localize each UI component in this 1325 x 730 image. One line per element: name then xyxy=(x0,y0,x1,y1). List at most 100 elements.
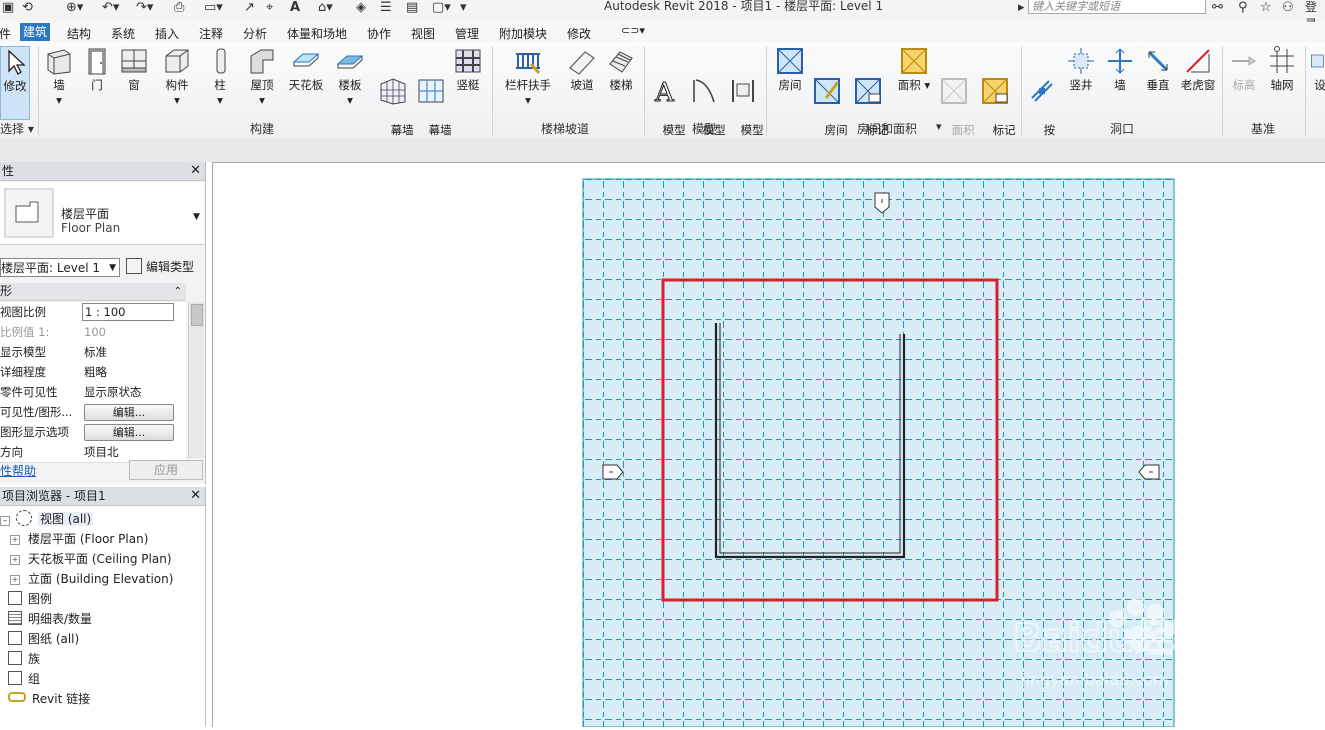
text-icon[interactable]: A xyxy=(290,0,300,15)
close-hidden-icon[interactable]: ▤ xyxy=(406,0,418,15)
component-button[interactable]: 构件 ▾ xyxy=(160,46,194,108)
collapse-toggle-icon[interactable]: – xyxy=(0,516,10,526)
measure-icon[interactable]: ▭▾ xyxy=(204,0,223,15)
login-label[interactable]: 登录 xyxy=(1305,0,1325,31)
tab-architecture[interactable]: 建筑 xyxy=(20,23,51,41)
properties-scrollbar[interactable] xyxy=(188,302,204,458)
communication-icon[interactable]: ⚲ xyxy=(1238,0,1248,15)
roof-button[interactable]: 屋顶 ▾ xyxy=(245,46,279,108)
tab-manage[interactable]: 管理 xyxy=(455,25,479,42)
save-icon[interactable]: ▣ xyxy=(2,0,14,15)
sync-icon[interactable]: ⊕▾ xyxy=(66,0,83,15)
redo-icon[interactable]: ↷▾ xyxy=(136,0,153,15)
property-row[interactable]: 详细程度 粗略 xyxy=(0,362,186,383)
type-dropdown-icon[interactable]: ▼ xyxy=(193,212,200,222)
switch-windows-icon[interactable]: ▢▾ xyxy=(432,0,451,15)
expand-icon[interactable]: + xyxy=(10,575,20,585)
tab-view[interactable]: 视图 xyxy=(411,25,435,42)
window-button[interactable]: 窗 xyxy=(119,46,149,93)
tree-item-legends[interactable]: 图例 xyxy=(8,590,52,607)
wall-button[interactable]: 墙 ▾ xyxy=(44,46,74,108)
modify-button[interactable]: 修改 xyxy=(0,46,30,120)
edit-type-button[interactable]: 编辑类型 xyxy=(126,258,194,275)
floor-button[interactable]: 楼板 ▾ xyxy=(333,46,367,108)
wall-opening-button[interactable]: 墙 xyxy=(1105,46,1135,93)
set-workplane-button[interactable]: 设 xyxy=(1310,46,1325,93)
property-row[interactable]: 视图比例 1 : 100 xyxy=(0,302,186,323)
dormer-button[interactable]: 老虎窗 xyxy=(1178,46,1218,93)
tree-item-schedules[interactable]: 明细表/数量 xyxy=(8,610,92,627)
edit-button[interactable]: 编辑... xyxy=(84,424,174,441)
3d-view-icon[interactable]: ⌂▾ xyxy=(318,0,333,15)
tree-item-views[interactable]: – 视图 (all) xyxy=(0,510,94,527)
property-value[interactable]: 1 : 100 xyxy=(82,303,174,321)
thin-lines-icon[interactable]: ☰ xyxy=(380,0,392,15)
door-button[interactable]: 门 xyxy=(82,46,112,93)
drawing-area[interactable]: Baidu经验 jingyan.baidu.com xyxy=(212,162,1325,728)
user-icon[interactable]: ⚇ xyxy=(1282,0,1294,15)
tree-item-floor-plan[interactable]: + 楼层平面 (Floor Plan) xyxy=(10,530,148,547)
ceiling-button[interactable]: 天花板 xyxy=(288,46,324,93)
close-icon[interactable]: ✕ xyxy=(190,487,201,505)
property-row[interactable]: 比例值 1: 100 xyxy=(0,322,186,343)
close-icon[interactable]: ✕ xyxy=(190,162,201,180)
tab-annotate[interactable]: 注释 xyxy=(199,25,223,42)
select-dropdown[interactable]: 选择 ▾ xyxy=(0,120,34,137)
edit-button[interactable]: 编辑... xyxy=(84,404,174,421)
property-row[interactable]: 显示模型 标准 xyxy=(0,342,186,363)
shaft-button[interactable]: 竖井 xyxy=(1064,46,1098,93)
undo-icon[interactable]: ↶▾ xyxy=(102,0,119,15)
stair-button[interactable]: 楼梯 xyxy=(606,46,636,93)
scrollbar-thumb[interactable] xyxy=(191,304,203,326)
properties-help-link[interactable]: 性帮助 xyxy=(0,462,36,479)
level-button[interactable]: 标高 xyxy=(1227,46,1261,93)
property-row[interactable]: 零件可见性 显示原状态 xyxy=(0,382,186,403)
floor-plan-view[interactable]: Baidu经验 jingyan.baidu.com xyxy=(213,163,1325,728)
type-selector[interactable]: 楼层平面 Floor Plan ▼ xyxy=(0,182,204,245)
tab-analyze[interactable]: 分析 xyxy=(243,25,267,42)
room-area-expand-icon[interactable]: ▾ xyxy=(936,120,942,133)
property-row[interactable]: 图形显示选项 编辑... xyxy=(0,422,186,443)
view-selector[interactable]: 楼层平面: Level 1 ▼ xyxy=(0,258,120,277)
tab-insert[interactable]: 插入 xyxy=(155,25,179,42)
tree-item-revit-links[interactable]: Revit 链接 xyxy=(8,690,90,707)
model-text-button[interactable]: A 模型 文字 xyxy=(648,46,686,153)
by-face-button[interactable]: 按 面 xyxy=(1027,46,1057,153)
binoculars-icon[interactable]: ⚯ xyxy=(1212,0,1223,15)
tree-item-ceiling-plan[interactable]: + 天花板平面 (Ceiling Plan) xyxy=(10,550,172,567)
tree-item-families[interactable]: 族 xyxy=(8,650,40,667)
tree-item-groups[interactable]: 组 xyxy=(8,670,40,687)
section-icon[interactable]: ◈ xyxy=(356,0,366,15)
column-button[interactable]: 柱 ▾ xyxy=(206,46,234,108)
favorites-icon[interactable]: ☆ xyxy=(1260,0,1272,15)
tab-modify[interactable]: 修改 xyxy=(567,25,591,42)
tab-systems[interactable]: 系统 xyxy=(111,25,135,42)
tab-massing-site[interactable]: 体量和场地 xyxy=(287,25,347,42)
section-header[interactable]: 形 ⌃ xyxy=(0,283,186,301)
curtain-system-button[interactable]: 幕墙 系统 xyxy=(376,46,414,153)
search-input[interactable]: 键入关键字或短语 xyxy=(1028,0,1206,14)
customize-icon[interactable]: ▾ xyxy=(460,0,467,15)
tab-addins[interactable]: 附加模块 xyxy=(499,25,547,42)
ramp-button[interactable]: 坡道 xyxy=(567,46,597,93)
tree-item-sheets[interactable]: 图纸 (all) xyxy=(8,630,79,647)
property-row[interactable]: 可见性/图形... 编辑... xyxy=(0,402,186,423)
railing-button[interactable]: 栏杆扶手 ▾ xyxy=(503,46,553,108)
vertical-button[interactable]: 垂直 xyxy=(1141,46,1175,93)
expand-icon[interactable]: + xyxy=(10,555,20,565)
tree-item-elevation[interactable]: + 立面 (Building Elevation) xyxy=(10,570,173,587)
apply-button[interactable]: 应用 xyxy=(129,460,203,480)
tab-file[interactable]: 件 xyxy=(0,25,11,42)
tag-icon[interactable]: ⌖ xyxy=(266,0,273,15)
mullion-button[interactable]: 竖梃 xyxy=(453,46,483,93)
expand-icon[interactable]: + xyxy=(10,535,20,545)
grid-button[interactable]: 轴网 xyxy=(1265,46,1299,93)
curtain-grid-button[interactable]: 幕墙 网格 xyxy=(414,46,452,153)
collapse-icon[interactable]: ⌃ xyxy=(174,283,182,300)
tab-collaborate[interactable]: 协作 xyxy=(367,25,391,42)
ribbon-toggle-icon[interactable]: ⊂⊃▾ xyxy=(621,24,645,37)
print-icon[interactable]: ⎙ xyxy=(174,0,184,15)
dimension-icon[interactable]: ↗ xyxy=(244,0,255,15)
tab-structure[interactable]: 结构 xyxy=(67,25,91,42)
open-icon[interactable]: ⟲ xyxy=(22,0,33,15)
